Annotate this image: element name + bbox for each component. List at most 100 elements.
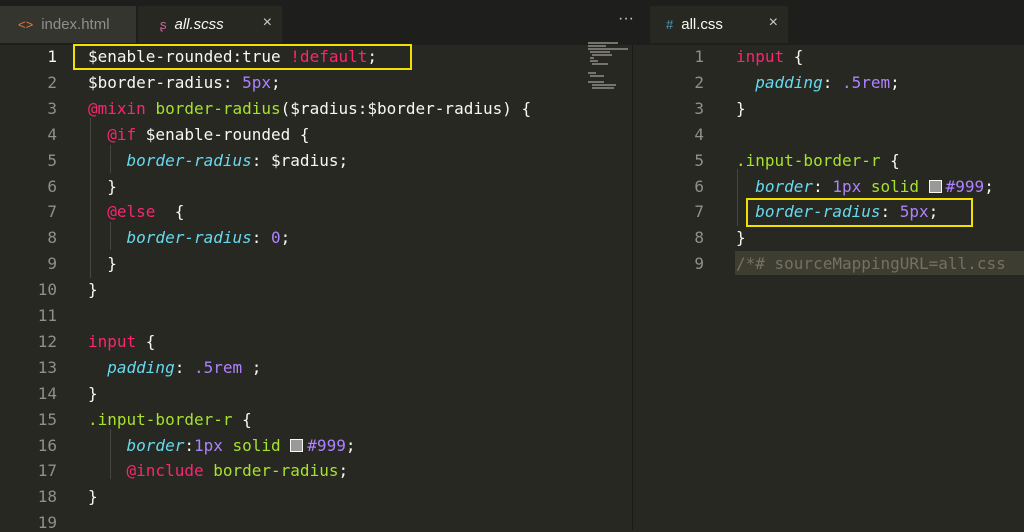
- tab-all-css[interactable]: # all.css ×: [650, 6, 788, 43]
- code-line[interactable]: /*# sourceMappingURL=all.css: [736, 254, 1006, 273]
- code-token: 1px: [193, 435, 233, 455]
- line-number: 10: [37, 280, 57, 300]
- css-file-icon: #: [666, 17, 674, 32]
- code-line[interactable]: border: 1px solid #999;: [736, 177, 994, 196]
- line-number: 3: [694, 98, 704, 118]
- code-line[interactable]: }: [88, 487, 98, 506]
- code-token: solid: [232, 435, 291, 455]
- code-token: #999: [307, 435, 346, 455]
- code-line[interactable]: border-radius: 0;: [88, 228, 291, 248]
- code-token: padding: [755, 72, 823, 92]
- line-number: 2: [694, 72, 704, 92]
- minimap-line: [590, 60, 598, 62]
- line-number: 15: [37, 409, 57, 429]
- code-line[interactable]: }: [736, 99, 746, 118]
- code-line[interactable]: border-radius: $radius;: [88, 150, 349, 170]
- line-number: 1: [694, 47, 704, 66]
- code-line[interactable]: input {: [736, 47, 803, 66]
- code-token: border-radius: [155, 98, 281, 118]
- more-actions-icon[interactable]: ···: [618, 10, 634, 28]
- close-icon[interactable]: ×: [769, 14, 778, 32]
- code-token: solid: [870, 176, 929, 196]
- line-number: 1: [47, 47, 57, 66]
- minimap-line: [588, 48, 628, 50]
- code-line[interactable]: padding: .5rem ;: [88, 358, 261, 377]
- minimap-line: [588, 81, 604, 83]
- tab-index-html[interactable]: <> index.html: [0, 6, 136, 43]
- code-token: #999: [945, 176, 985, 196]
- tab-all-scss[interactable]: ʂ all.scss ×: [138, 6, 282, 43]
- code-line[interactable]: @mixin border-radius($radius:$border-rad…: [88, 99, 531, 118]
- code-line[interactable]: }: [88, 177, 117, 196]
- code-line[interactable]: padding: .5rem;: [736, 73, 900, 92]
- code-line[interactable]: }: [88, 280, 98, 299]
- code-line[interactable]: }: [736, 228, 746, 247]
- code-line[interactable]: border:1px solid #999;: [88, 435, 356, 455]
- code-line[interactable]: }: [88, 254, 117, 273]
- code-token: : $radius;: [251, 150, 349, 170]
- code-token: @if: [107, 124, 146, 144]
- code-token: ;: [984, 176, 994, 196]
- line-number: 16: [37, 435, 57, 455]
- minimap-line: [592, 54, 612, 56]
- code-token: }: [88, 176, 117, 196]
- minimap-line: [588, 72, 596, 74]
- code-token: :: [813, 176, 833, 196]
- line-number: 4: [694, 124, 704, 144]
- code-line[interactable]: @include border-radius;: [88, 461, 349, 481]
- code-token: .5rem: [193, 357, 243, 377]
- code-token: }: [88, 383, 98, 403]
- code-line[interactable]: input {: [88, 332, 155, 351]
- code-line[interactable]: @if $enable-rounded {: [88, 124, 310, 144]
- code-token: :: [251, 228, 272, 248]
- code-token: 5px: [242, 72, 272, 92]
- code-token: @mixin: [88, 98, 156, 118]
- minimap-line: [592, 87, 614, 89]
- code-token: }: [88, 254, 117, 274]
- highlight-box-border-radius: [746, 198, 973, 227]
- code-token: }: [736, 228, 746, 248]
- code-token: $enable-rounded {: [145, 124, 310, 144]
- code-token: @include: [126, 461, 214, 481]
- line-number: 12: [37, 331, 57, 351]
- minimap[interactable]: [588, 42, 632, 102]
- code-token: input: [736, 47, 785, 66]
- line-number: 13: [37, 357, 57, 377]
- code-token: }: [736, 98, 746, 118]
- line-number: 2: [47, 72, 57, 92]
- line-number: 7: [694, 202, 704, 222]
- code-token: ($radius:$border-radius) {: [280, 98, 532, 118]
- line-number: 19: [37, 513, 57, 532]
- code-token: {: [880, 150, 900, 170]
- code-line[interactable]: .input-border-r {: [736, 151, 900, 170]
- code-token: }: [88, 280, 98, 300]
- code-token: :: [822, 72, 842, 92]
- line-number: 4: [47, 124, 57, 144]
- tab-label: all.css: [681, 16, 723, 33]
- code-token: {: [136, 331, 156, 351]
- close-icon[interactable]: ×: [263, 14, 272, 32]
- code-line[interactable]: .input-border-r {: [88, 410, 252, 429]
- code-token: .5rem: [841, 72, 891, 92]
- code-token: ;: [242, 357, 262, 377]
- minimap-line: [592, 84, 616, 86]
- code-token: :: [174, 357, 194, 377]
- line-number: 6: [47, 176, 57, 196]
- code-file-icon: <>: [18, 17, 34, 32]
- code-line[interactable]: $border-radius: 5px;: [88, 73, 281, 92]
- code-token: @else: [107, 202, 166, 222]
- code-line[interactable]: @else {: [88, 202, 184, 221]
- code-token: {: [784, 47, 804, 66]
- line-number: 14: [37, 383, 57, 403]
- code-token: border-radius: [126, 228, 252, 248]
- minimap-line: [590, 75, 604, 77]
- line-number: 5: [47, 150, 57, 170]
- code-token: ;: [280, 228, 291, 248]
- line-number: 9: [47, 254, 57, 274]
- code-line[interactable]: }: [88, 384, 98, 403]
- code-token: input: [88, 331, 137, 351]
